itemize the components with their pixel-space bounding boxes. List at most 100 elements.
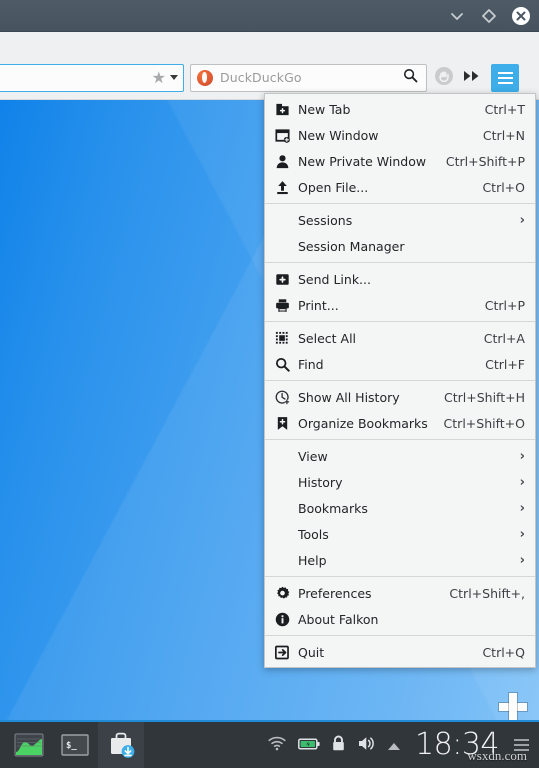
select-all-icon <box>273 330 291 346</box>
chevron-down-icon[interactable] <box>447 6 467 26</box>
window-controls <box>447 0 531 32</box>
menu-item-bookmarks[interactable]: Bookmarks › <box>265 495 535 521</box>
package-download-icon <box>111 732 135 758</box>
menu-item-send-link[interactable]: Send Link... <box>265 266 535 292</box>
send-link-icon <box>273 271 291 287</box>
menu-item-show-all-history[interactable]: Show All History Ctrl+Shift+H <box>265 384 535 410</box>
bookmark-icon <box>273 415 291 431</box>
fast-forward-icon[interactable] <box>463 70 481 85</box>
menu-item-label: Quit <box>298 644 325 660</box>
main-menu-button[interactable] <box>491 63 519 92</box>
menu-item-label: Help <box>298 552 327 568</box>
menu-item-shortcut: Ctrl+Shift+O <box>443 415 525 431</box>
menu-item-quit[interactable]: Quit Ctrl+Q <box>265 639 535 665</box>
taskbar-item-terminal[interactable]: $_ <box>52 722 98 768</box>
menu-item-label: New Window <box>298 127 379 143</box>
menu-item-label: Select All <box>298 330 357 346</box>
bookmark-star-icon[interactable]: ★ <box>152 69 166 86</box>
menu-item-find[interactable]: Find Ctrl+F <box>265 351 535 377</box>
chevron-right-icon: › <box>519 212 525 228</box>
menu-item-label: History <box>298 474 343 490</box>
menu-item-organize-bookmarks[interactable]: Organize Bookmarks Ctrl+Shift+O <box>265 410 535 436</box>
menu-item-label: New Tab <box>298 101 351 117</box>
menu-item-shortcut: Ctrl+Shift+P <box>445 153 525 169</box>
menu-item-select-all[interactable]: Select All Ctrl+A <box>265 325 535 351</box>
search-icon[interactable] <box>403 68 418 87</box>
taskbar-item-system-monitor[interactable] <box>6 722 52 768</box>
menu-separator <box>265 262 535 263</box>
find-icon <box>273 356 291 372</box>
wifi-icon[interactable] <box>267 735 287 755</box>
hamburger-line <box>514 744 529 746</box>
plus-icon[interactable] <box>496 690 530 724</box>
menu-item-new-tab[interactable]: New Tab Ctrl+T <box>265 96 535 122</box>
menu-item-sessions[interactable]: Sessions › <box>265 207 535 233</box>
window-titlebar[interactable] <box>0 0 539 32</box>
adblock-icon[interactable] <box>434 66 454 90</box>
close-icon[interactable] <box>511 6 531 26</box>
menu-item-help[interactable]: Help › <box>265 547 535 573</box>
menu-separator <box>265 380 535 381</box>
taskbar-tasks: $_ <box>0 721 144 768</box>
svg-text:$_: $_ <box>66 741 77 751</box>
chevron-up-icon[interactable] <box>387 736 401 755</box>
menu-item-shortcut: Ctrl+F <box>485 356 525 372</box>
menu-item-label: Session Manager <box>298 238 405 254</box>
preferences-icon <box>273 585 291 601</box>
battery-icon[interactable] <box>298 736 320 755</box>
chevron-right-icon: › <box>519 526 525 542</box>
chevron-right-icon: › <box>519 552 525 568</box>
menu-item-shortcut: Ctrl+Q <box>482 644 525 660</box>
address-bar[interactable]: ★ <box>0 63 184 92</box>
browser-tabbar <box>0 32 539 56</box>
new-tab-icon <box>273 101 291 117</box>
menu-separator <box>265 576 535 577</box>
diamond-icon[interactable] <box>479 6 499 26</box>
volume-icon[interactable] <box>357 735 376 756</box>
menu-item-shortcut: Ctrl+P <box>484 297 525 313</box>
menu-item-preferences[interactable]: Preferences Ctrl+Shift+, <box>265 580 535 606</box>
menu-item-open-file[interactable]: Open File... Ctrl+O <box>265 174 535 200</box>
menu-item-shortcut: Ctrl+T <box>484 101 525 117</box>
menu-item-label: About Falkon <box>298 611 379 627</box>
history-icon <box>273 389 291 405</box>
hamburger-line <box>497 71 513 74</box>
chevron-down-icon[interactable] <box>170 75 178 80</box>
main-menu-popup[interactable]: New Tab Ctrl+T New Window Ctrl+N New Private… <box>264 93 536 668</box>
menu-item-label: Bookmarks <box>298 500 368 516</box>
chevron-right-icon: › <box>519 500 525 516</box>
print-icon <box>273 297 291 313</box>
new-private-window-icon <box>273 153 291 169</box>
menu-separator <box>265 203 535 204</box>
chevron-right-icon: › <box>519 448 525 464</box>
menu-item-print[interactable]: Print... Ctrl+P <box>265 292 535 318</box>
hamburger-line <box>497 76 513 79</box>
menu-item-about-falkon[interactable]: About Falkon <box>265 606 535 632</box>
menu-item-history[interactable]: History › <box>265 469 535 495</box>
menu-separator <box>265 321 535 322</box>
menu-item-label: Sessions <box>298 212 353 228</box>
menu-item-shortcut: Ctrl+O <box>482 179 525 195</box>
taskbar: $_ 18:34 <box>0 720 539 768</box>
menu-item-label: Find <box>298 356 324 372</box>
menu-item-label: New Private Window <box>298 153 427 169</box>
duckduckgo-icon[interactable] <box>197 69 213 86</box>
menu-separator <box>265 635 535 636</box>
search-input[interactable]: DuckDuckGo <box>220 70 396 85</box>
chevron-right-icon: › <box>519 474 525 490</box>
terminal-icon: $_ <box>61 734 89 756</box>
menu-item-label: Send Link... <box>298 271 371 287</box>
menu-item-shortcut: Ctrl+N <box>482 127 525 143</box>
lock-icon[interactable] <box>331 735 346 756</box>
menu-item-view[interactable]: View › <box>265 443 535 469</box>
menu-item-session-manager[interactable]: Session Manager <box>265 233 535 259</box>
search-bar[interactable]: DuckDuckGo <box>190 63 427 92</box>
menu-item-new-window[interactable]: New Window Ctrl+N <box>265 122 535 148</box>
hamburger-line <box>514 739 529 741</box>
about-icon <box>273 611 291 627</box>
menu-item-tools[interactable]: Tools › <box>265 521 535 547</box>
menu-item-label: Print... <box>298 297 339 313</box>
taskbar-item-software-store[interactable] <box>98 722 144 768</box>
menu-item-new-private-window[interactable]: New Private Window Ctrl+Shift+P <box>265 148 535 174</box>
menu-item-shortcut: Ctrl+Shift+, <box>449 585 525 601</box>
